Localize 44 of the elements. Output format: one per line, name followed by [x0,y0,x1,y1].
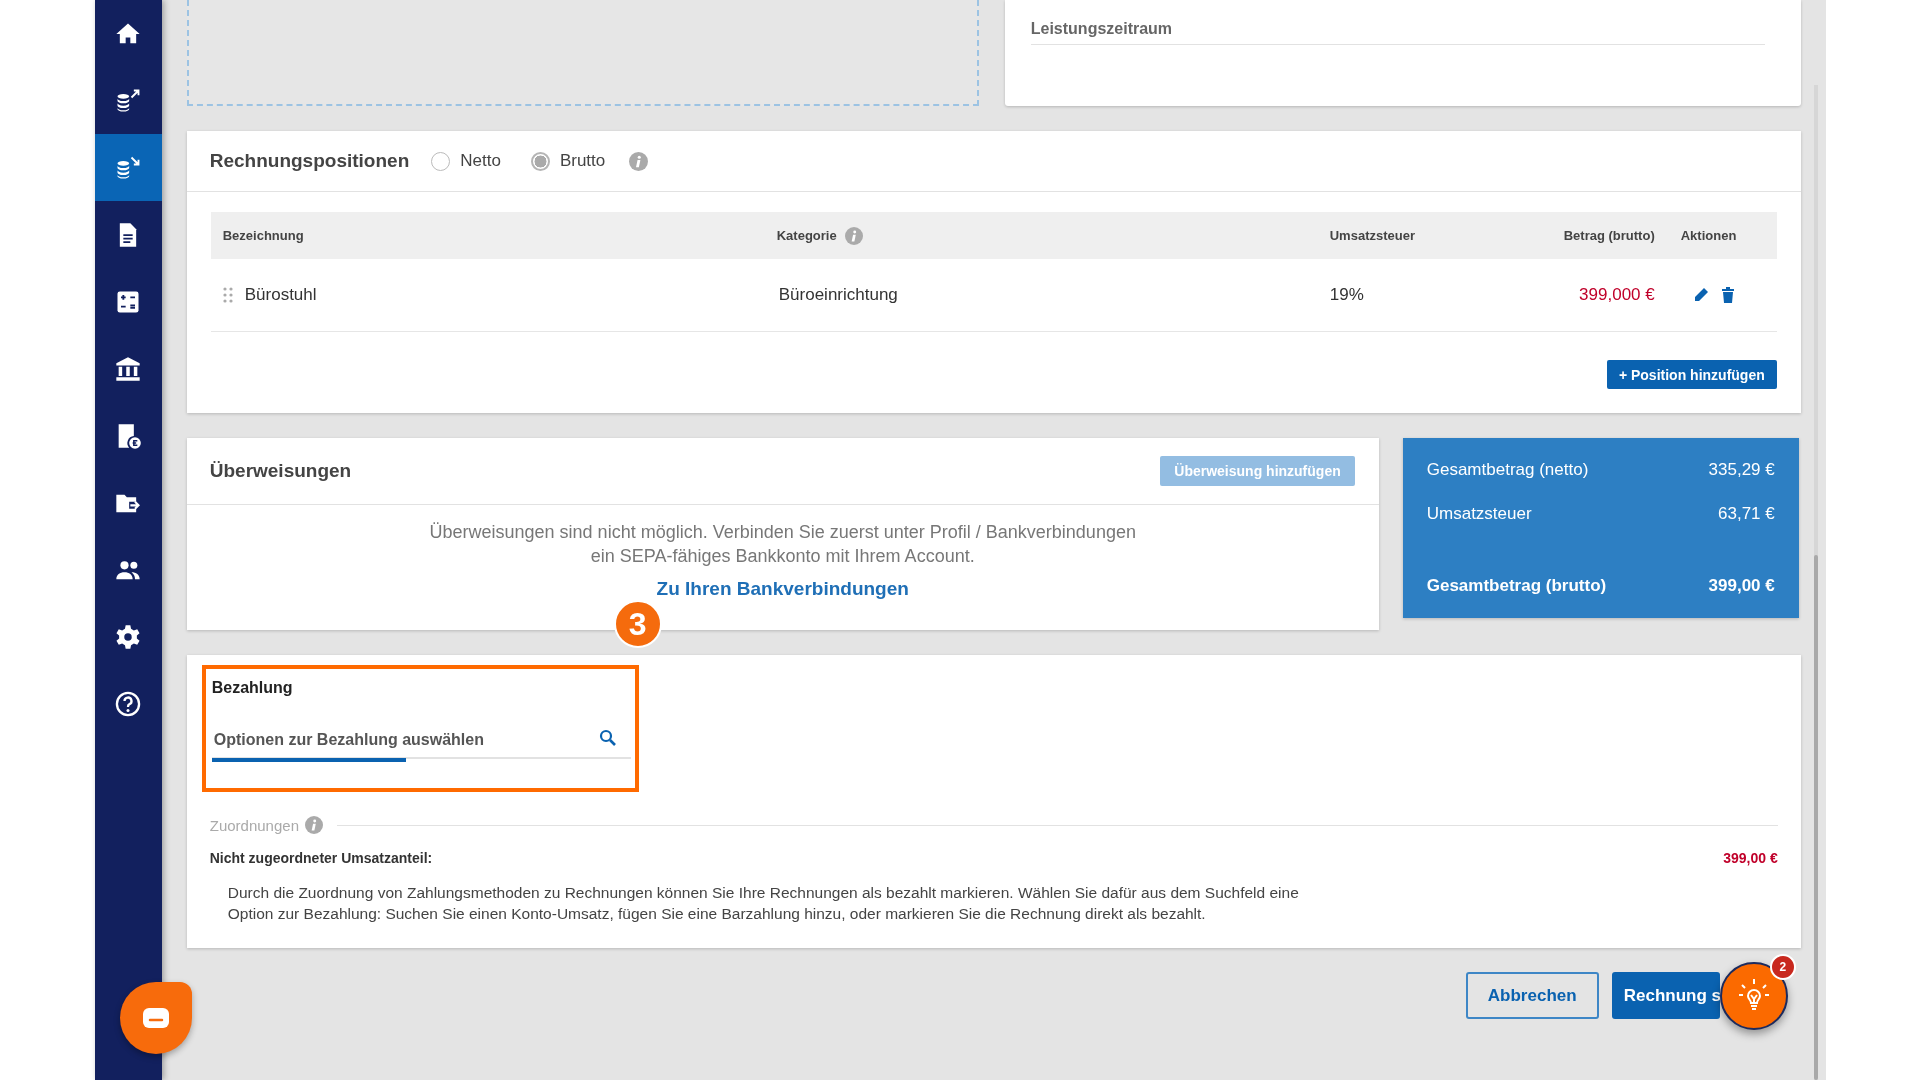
search-icon [598,729,617,747]
column-header: Umsatzsteuer [1329,228,1415,243]
summary-value: 63,71 € [1718,504,1775,524]
info-message: Überweisungen sind nicht möglich. Verbinden Sie zuerst unter Profil / Bankverbindungen [429,521,1136,544]
section-title: Überweisungen [209,460,352,482]
edit-icon[interactable] [1692,287,1709,303]
section-label: Zuordnungen [209,816,299,834]
save-invoice-button[interactable]: Rechnung s [1611,972,1720,1019]
help-icon [114,689,143,718]
cancel-button[interactable]: Abbrechen [1465,972,1599,1019]
scrollbar[interactable] [1813,555,1818,1080]
table-cell: Bürostuhl [244,285,317,305]
field-label: Leistungszeitraum [1030,20,1765,45]
help-text: Durch die Zuordnung von Zahlungsmethoden zu Rechnungen können Sie Ihre Rechnungen als bezahlt markieren. Wählen Sie dafür aus dem Suchfeld eine Option zur Bezahlung: Suchen Sie einen Konto-Umsatz, fügen Sie eine Barzahlung hinzu, oder markieren Sie die Rechnung direkt als bezahlt. [227,883,1300,924]
table-cell: 399,000 € [1579,285,1655,305]
radio-button[interactable] [431,151,451,171]
summary-value: 399,00 € [1708,576,1775,596]
step-badge: 3 [613,600,662,648]
column-header: Aktionen [1680,228,1737,243]
table-cell: Büroeinrichtung [778,285,898,305]
tips-button[interactable] [1719,962,1788,1030]
section-title: Rechnungspositionen [209,150,410,172]
radio-label[interactable]: Brutto [559,151,606,171]
payment-search-field[interactable]: Optionen zur Bezahlung auswählen [211,723,631,759]
notification-badge: 2 [1769,954,1796,980]
radio-button[interactable] [530,151,550,171]
table-cell: 19% [1329,285,1364,305]
add-position-button[interactable]: + Position hinzufügen [1606,360,1777,389]
drag-handle-icon[interactable] [222,287,233,303]
summary-label: Gesamtbetrag (brutto) [1426,576,1607,596]
summary-label: Umsatzsteuer [1426,504,1532,524]
bank-connections-link[interactable]: Zu Ihren Bankverbindungen [656,578,909,600]
delete-icon[interactable] [1720,287,1735,303]
section-title: Bezahlung [211,679,294,697]
column-header: Bezeichnung [222,228,304,243]
field-label: Nicht zugeordneter Umsatzanteil: [209,850,433,866]
info-message: ein SEPA-fähiges Bankkonto mit Ihrem Account. [590,545,975,568]
radio-label[interactable]: Netto [460,151,501,171]
summary-value: 335,29 € [1708,460,1775,480]
summary-label: Gesamtbetrag (netto) [1426,460,1589,480]
chat-icon [142,1007,170,1029]
column-header: Betrag (brutto) [1563,228,1655,243]
column-header: Kategorie [776,228,837,243]
amount-value: 399,00 € [1723,850,1778,866]
